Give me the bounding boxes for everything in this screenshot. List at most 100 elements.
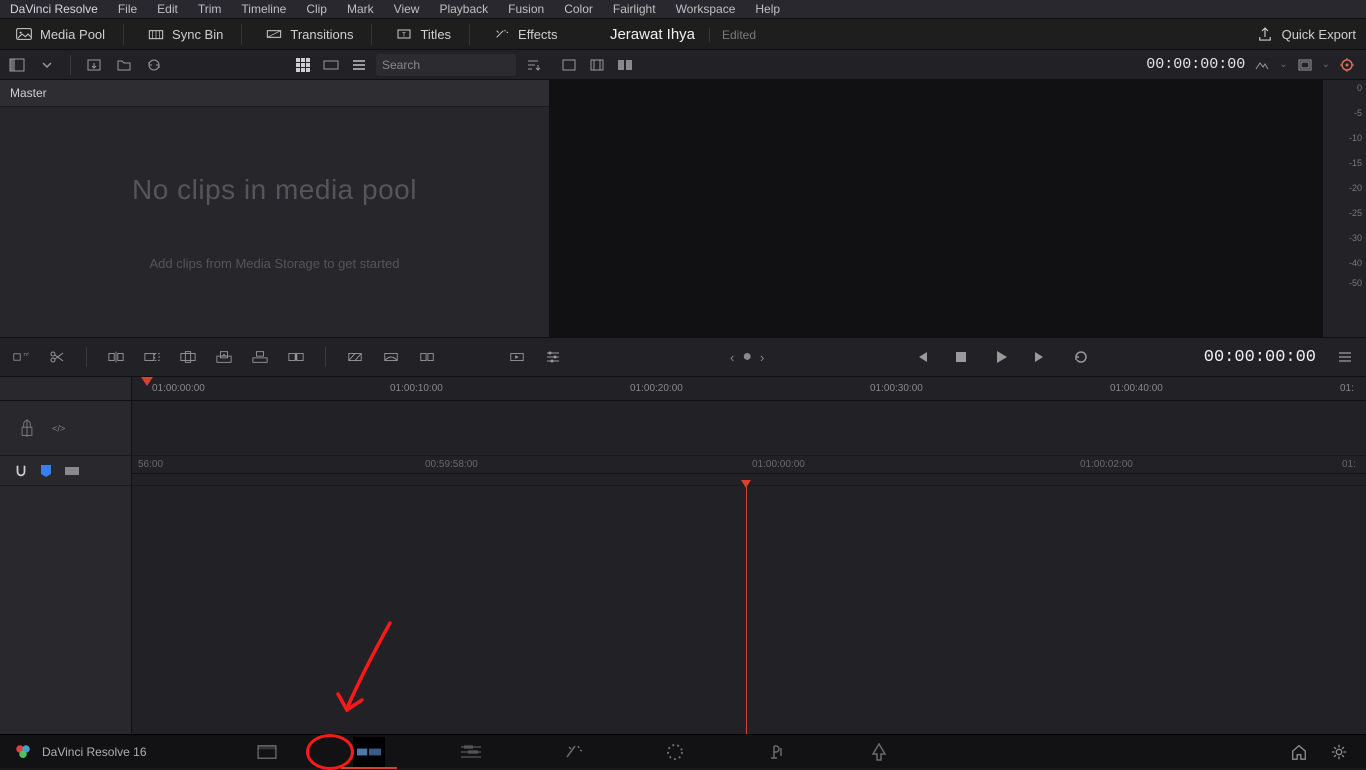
- meter-label: -50: [1349, 278, 1362, 288]
- menu-fusion[interactable]: Fusion: [498, 2, 554, 16]
- ruler-label: 01:: [1340, 383, 1354, 394]
- source-overwrite-icon[interactable]: [285, 346, 307, 368]
- quick-export-icon: [1256, 25, 1274, 43]
- play-icon[interactable]: [990, 346, 1012, 368]
- cut-icon[interactable]: [416, 346, 438, 368]
- sync-icon[interactable]: [143, 54, 165, 76]
- titles-button[interactable]: T Titles: [390, 24, 470, 45]
- bin-sidebar-toggle-icon[interactable]: [6, 54, 28, 76]
- menu-playback[interactable]: Playback: [429, 2, 498, 16]
- sync-lock-icon[interactable]: </>: [52, 420, 74, 436]
- sync-bin-button[interactable]: Sync Bin: [142, 24, 242, 45]
- timeline-tracks[interactable]: [132, 486, 1366, 734]
- smooth-cut-icon[interactable]: [380, 346, 402, 368]
- lock-track-icon[interactable]: [18, 419, 36, 437]
- snap-icon[interactable]: [14, 464, 28, 478]
- tools-icon[interactable]: [506, 346, 528, 368]
- boring-detector-icon[interactable]: zz²: [10, 346, 32, 368]
- ruler-label: 01:00:00:00: [752, 459, 805, 470]
- menu-edit[interactable]: Edit: [147, 2, 188, 16]
- media-pool-body[interactable]: No clips in media pool Add clips from Me…: [0, 107, 549, 337]
- marker-icon[interactable]: [40, 464, 52, 478]
- media-pool-label: Media Pool: [40, 27, 105, 42]
- effects-icon: [494, 27, 510, 41]
- meter-label: -30: [1349, 233, 1362, 243]
- cut-page-tab[interactable]: [353, 737, 385, 767]
- meter-label: -25: [1349, 208, 1362, 218]
- playhead[interactable]: [746, 486, 747, 734]
- resolve-logo-icon: [14, 743, 32, 761]
- home-icon[interactable]: [1290, 743, 1308, 761]
- edit-page-tab[interactable]: [455, 737, 487, 767]
- meter-label: -20: [1349, 183, 1362, 193]
- dropdown-icon[interactable]: [36, 54, 58, 76]
- settings-gear-icon[interactable]: [1330, 743, 1348, 761]
- viewer-mode-tape-icon[interactable]: [586, 54, 608, 76]
- smart-insert-icon[interactable]: [105, 346, 127, 368]
- close-up-icon[interactable]: [213, 346, 235, 368]
- audio-meters: 0 -5 -10 -15 -20 -25 -30 -40 -50: [1322, 80, 1366, 337]
- viewer-mode-source-icon[interactable]: [558, 54, 580, 76]
- svg-text:</>: </>: [52, 424, 65, 434]
- menu-view[interactable]: View: [384, 2, 430, 16]
- upper-track-region[interactable]: [132, 401, 1366, 456]
- split-clip-icon[interactable]: [46, 346, 68, 368]
- viewer-mode-dual-icon[interactable]: [614, 54, 636, 76]
- go-last-frame-icon[interactable]: [1030, 346, 1052, 368]
- menu-clip[interactable]: Clip: [296, 2, 337, 16]
- menu-mark[interactable]: Mark: [337, 2, 384, 16]
- append-icon[interactable]: [141, 346, 163, 368]
- list-view-icon[interactable]: [348, 54, 370, 76]
- fairlight-page-tab[interactable]: [761, 737, 793, 767]
- next-clip-icon[interactable]: ›: [760, 350, 764, 365]
- menu-fairlight[interactable]: Fairlight: [603, 2, 666, 16]
- import-media-icon[interactable]: [83, 54, 105, 76]
- app-name: DaVinci Resolve: [6, 2, 108, 16]
- deliver-page-tab[interactable]: [863, 737, 895, 767]
- search-input[interactable]: Search: [376, 54, 516, 76]
- ruler-label: 01:00:40:00: [1110, 383, 1163, 394]
- safe-area-icon[interactable]: [1294, 54, 1316, 76]
- main-menu-bar: DaVinci Resolve File Edit Trim Timeline …: [0, 0, 1366, 18]
- dissolve-icon[interactable]: [344, 346, 366, 368]
- sliders-icon[interactable]: [542, 346, 564, 368]
- quick-export-button[interactable]: Quick Export: [1256, 25, 1356, 43]
- library-bar: Media Pool Sync Bin Transitions T Titles…: [0, 18, 1366, 50]
- ruler-label: 01:00:30:00: [870, 383, 923, 394]
- place-on-top-icon[interactable]: [249, 346, 271, 368]
- effects-button[interactable]: Effects: [488, 24, 576, 45]
- fusion-page-tab[interactable]: [557, 737, 589, 767]
- viewer-panel[interactable]: [550, 80, 1322, 337]
- menu-color[interactable]: Color: [554, 2, 603, 16]
- go-first-frame-icon[interactable]: [910, 346, 932, 368]
- loop-icon[interactable]: [1070, 346, 1092, 368]
- thumbnail-view-icon[interactable]: [292, 54, 314, 76]
- upper-timeline-ruler[interactable]: 01:00:00:00 01:00:10:00 01:00:20:00 01:0…: [132, 377, 1366, 401]
- menu-workspace[interactable]: Workspace: [666, 2, 746, 16]
- media-page-tab[interactable]: [251, 737, 283, 767]
- bypass-fusion-icon[interactable]: [1336, 54, 1358, 76]
- viewer-tools-icon[interactable]: [1251, 54, 1273, 76]
- ripple-overwrite-icon[interactable]: [177, 346, 199, 368]
- import-folder-icon[interactable]: [113, 54, 135, 76]
- menu-trim[interactable]: Trim: [188, 2, 232, 16]
- color-page-tab[interactable]: [659, 737, 691, 767]
- prev-clip-icon[interactable]: ‹: [730, 350, 734, 365]
- strip-view-icon[interactable]: [320, 54, 342, 76]
- bin-master-label[interactable]: Master: [0, 80, 549, 107]
- transitions-button[interactable]: Transitions: [260, 24, 372, 45]
- media-pool-button[interactable]: Media Pool: [10, 24, 124, 45]
- lower-timeline-ruler[interactable]: 56:00 00:59:58:00 01:00:00:00 01:00:02:0…: [132, 456, 1366, 474]
- sort-icon[interactable]: [522, 54, 544, 76]
- stop-icon[interactable]: [950, 346, 972, 368]
- menu-help[interactable]: Help: [745, 2, 790, 16]
- svg-text:zz²: zz²: [23, 351, 29, 357]
- flag-icon[interactable]: [64, 465, 80, 477]
- timeline-options-icon[interactable]: [1334, 346, 1356, 368]
- menu-file[interactable]: File: [108, 2, 147, 16]
- menu-timeline[interactable]: Timeline: [231, 2, 296, 16]
- titles-icon: T: [396, 27, 412, 41]
- meter-label: -15: [1349, 158, 1362, 168]
- effects-label: Effects: [518, 27, 558, 42]
- search-placeholder: Search: [382, 58, 420, 72]
